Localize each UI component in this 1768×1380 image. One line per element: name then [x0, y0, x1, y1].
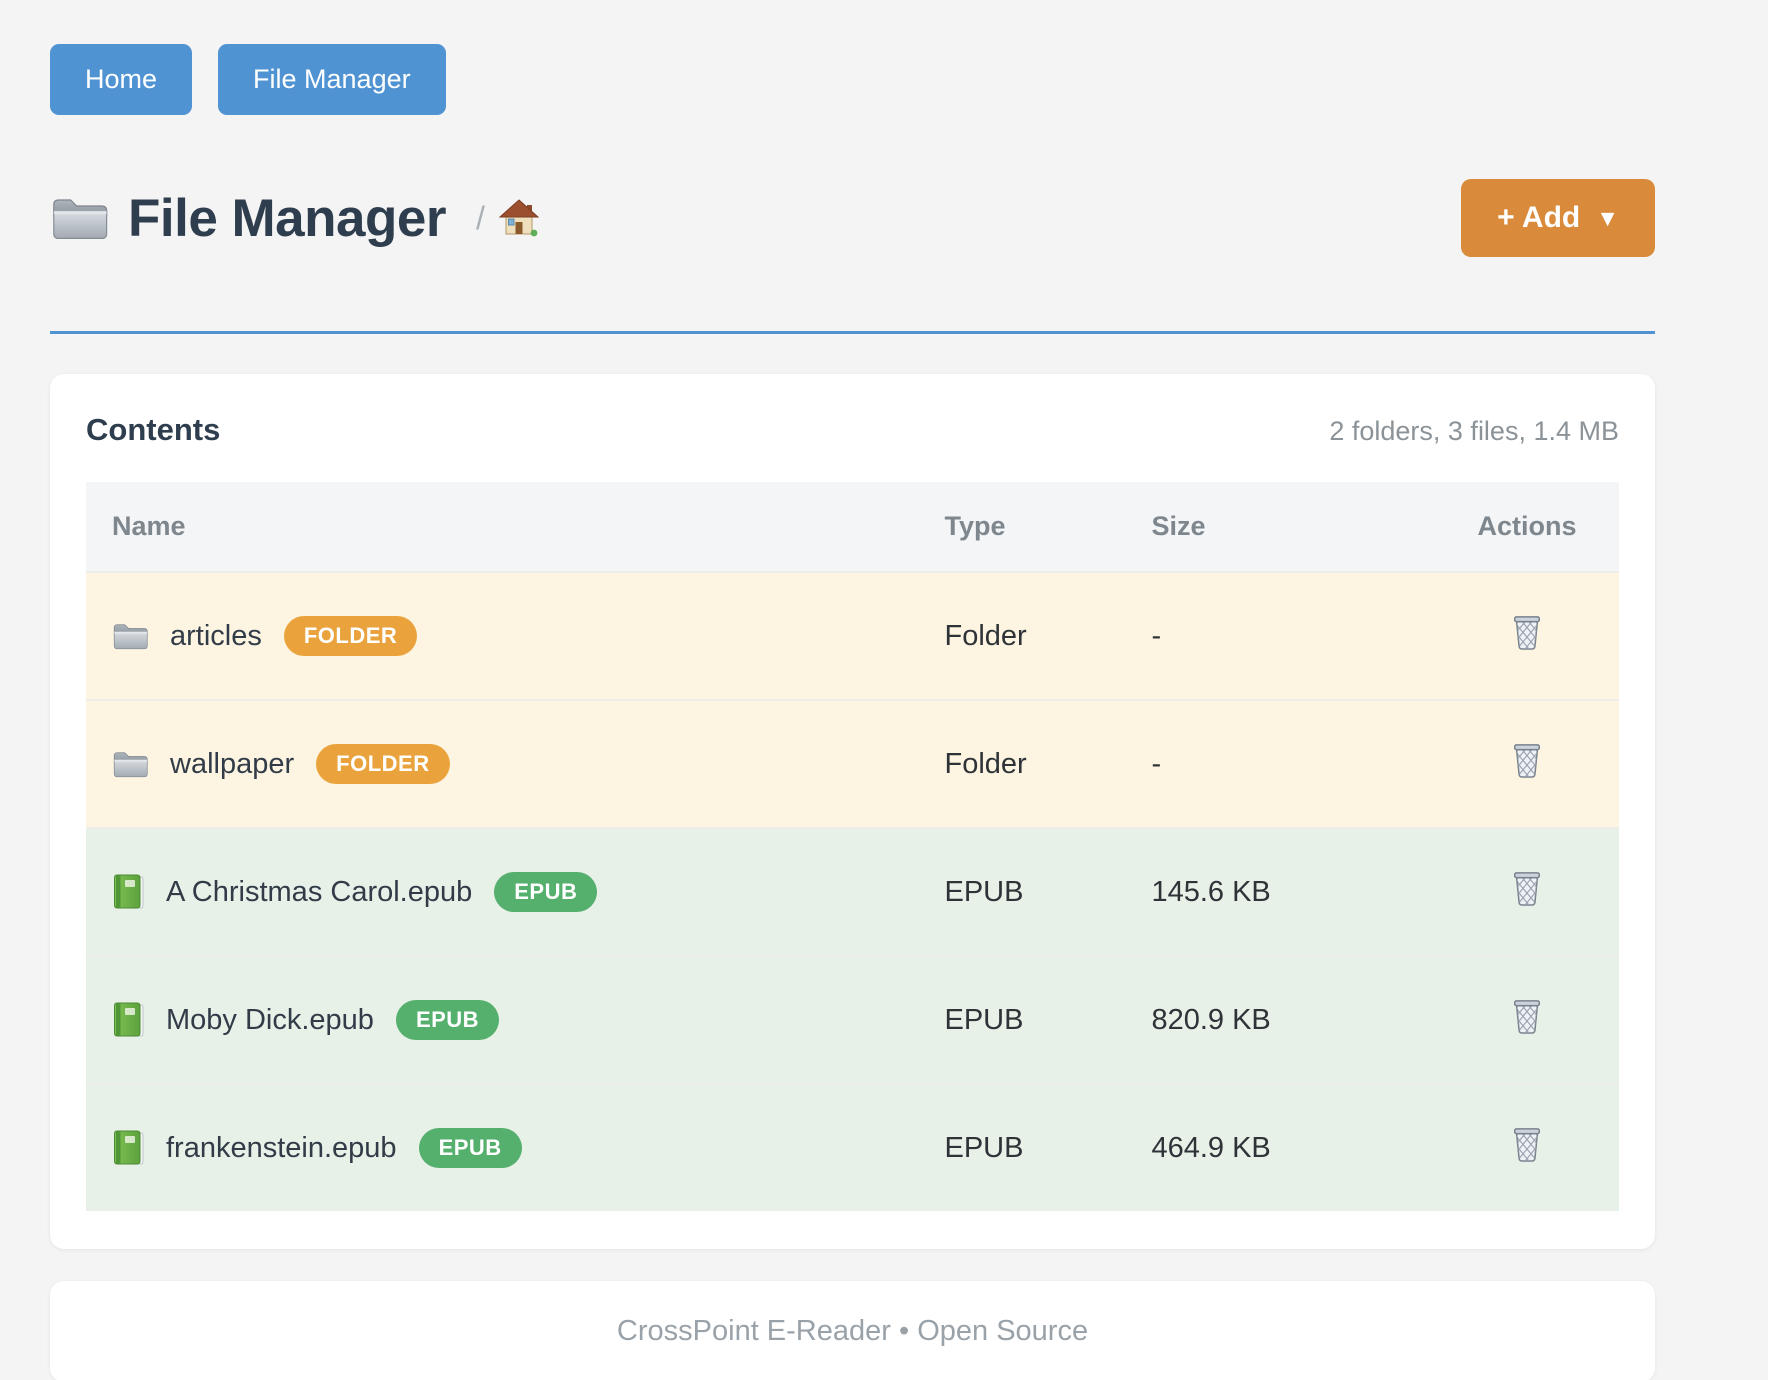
contents-card: Contents 2 folders, 3 files, 1.4 MB Name…: [50, 374, 1655, 1249]
type-cell: EPUB: [944, 1084, 1151, 1211]
breadcrumb-separator: /: [476, 200, 485, 237]
file-name: A Christmas Carol.epub: [166, 876, 472, 909]
trash-icon: [1510, 1125, 1544, 1163]
delete-button[interactable]: [1510, 741, 1544, 779]
size-cell: -: [1151, 572, 1435, 700]
green-book-icon: [112, 1002, 144, 1038]
table-row[interactable]: A Christmas Carol.epub EPUB EPUB 145.6 K…: [86, 828, 1619, 956]
page-title: File Manager: [128, 188, 446, 249]
footer-card: CrossPoint E-Reader • Open Source: [50, 1281, 1655, 1380]
column-header-name: Name: [86, 482, 944, 572]
delete-button[interactable]: [1510, 1125, 1544, 1163]
size-cell: 820.9 KB: [1151, 956, 1435, 1084]
table-row[interactable]: wallpaper FOLDER Folder -: [86, 700, 1619, 828]
delete-button[interactable]: [1510, 997, 1544, 1035]
table-row[interactable]: articles FOLDER Folder -: [86, 572, 1619, 700]
folder-icon: [112, 748, 148, 780]
file-table: Name Type Size Actions articles FOLDER F…: [86, 482, 1619, 1211]
trash-icon: [1510, 997, 1544, 1035]
type-cell: EPUB: [944, 828, 1151, 956]
trash-icon: [1510, 741, 1544, 779]
size-cell: 464.9 KB: [1151, 1084, 1435, 1211]
breadcrumb: /: [476, 198, 539, 238]
size-cell: 145.6 KB: [1151, 828, 1435, 956]
file-name: Moby Dick.epub: [166, 1004, 374, 1037]
contents-header: Contents 2 folders, 3 files, 1.4 MB: [86, 412, 1619, 448]
green-book-icon: [112, 874, 144, 910]
table-row[interactable]: Moby Dick.epub EPUB EPUB 820.9 KB: [86, 956, 1619, 1084]
epub-badge: EPUB: [396, 1000, 499, 1040]
header-divider: [50, 331, 1655, 334]
file-name: frankenstein.epub: [166, 1132, 397, 1165]
contents-summary: 2 folders, 3 files, 1.4 MB: [1329, 416, 1619, 447]
top-nav: Home File Manager: [50, 44, 1655, 115]
delete-button[interactable]: [1510, 869, 1544, 907]
folder-icon: [112, 620, 148, 652]
delete-button[interactable]: [1510, 613, 1544, 651]
trash-icon: [1510, 613, 1544, 651]
file-name: articles: [170, 620, 262, 653]
table-row[interactable]: frankenstein.epub EPUB EPUB 464.9 KB: [86, 1084, 1619, 1211]
epub-badge: EPUB: [419, 1128, 522, 1168]
type-cell: Folder: [944, 700, 1151, 828]
type-cell: Folder: [944, 572, 1151, 700]
file-manager-button[interactable]: File Manager: [218, 44, 446, 115]
caret-down-icon: ▼: [1596, 207, 1619, 230]
home-button[interactable]: Home: [50, 44, 192, 115]
add-button-label: + Add: [1497, 203, 1580, 233]
epub-badge: EPUB: [494, 872, 597, 912]
title-group: File Manager /: [50, 188, 539, 249]
trash-icon: [1510, 869, 1544, 907]
table-header-row: Name Type Size Actions: [86, 482, 1619, 572]
file-name: wallpaper: [170, 748, 294, 781]
page-header: File Manager / + Add ▼: [50, 179, 1655, 257]
green-book-icon: [112, 1130, 144, 1166]
add-button[interactable]: + Add ▼: [1461, 179, 1655, 257]
column-header-size: Size: [1151, 482, 1435, 572]
house-icon[interactable]: [499, 198, 539, 238]
page-container: Home File Manager File Manager / + Add ▼…: [50, 44, 1655, 1380]
size-cell: -: [1151, 700, 1435, 828]
column-header-type: Type: [944, 482, 1151, 572]
folder-badge: FOLDER: [316, 744, 449, 784]
footer-text: CrossPoint E-Reader • Open Source: [617, 1315, 1088, 1347]
contents-title: Contents: [86, 412, 220, 448]
folder-icon: [50, 194, 108, 242]
folder-badge: FOLDER: [284, 616, 417, 656]
type-cell: EPUB: [944, 956, 1151, 1084]
column-header-actions: Actions: [1435, 482, 1619, 572]
